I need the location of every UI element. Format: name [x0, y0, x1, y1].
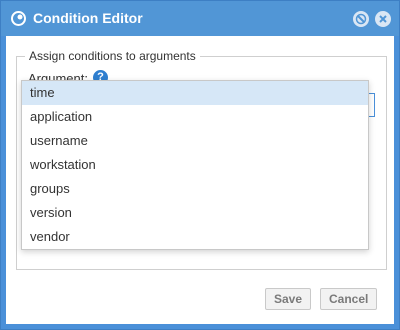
dropdown-option-version[interactable]: version: [22, 201, 368, 225]
close-icon: [379, 15, 387, 23]
title-bar[interactable]: Condition Editor: [1, 1, 399, 36]
condition-editor-dialog: Condition Editor Assign conditions to ar…: [0, 0, 400, 330]
app-logo-icon: [11, 11, 26, 26]
dropdown-option-application[interactable]: application: [22, 105, 368, 129]
dropdown-option-username[interactable]: username: [22, 129, 368, 153]
save-button[interactable]: Save: [265, 288, 311, 310]
dropdown-option-groups[interactable]: groups: [22, 177, 368, 201]
fieldset-legend: Assign conditions to arguments: [25, 49, 200, 63]
dropdown-option-time[interactable]: time: [22, 81, 368, 105]
dropdown-option-workstation[interactable]: workstation: [22, 153, 368, 177]
cancel-button[interactable]: Cancel: [320, 288, 377, 310]
window-title: Condition Editor: [33, 10, 143, 26]
minimize-button[interactable]: [353, 11, 369, 27]
argument-dropdown-list: time application username workstation gr…: [21, 80, 369, 250]
close-button[interactable]: [375, 11, 391, 27]
minimize-icon: [355, 13, 367, 25]
dropdown-option-vendor[interactable]: vendor: [22, 225, 368, 249]
